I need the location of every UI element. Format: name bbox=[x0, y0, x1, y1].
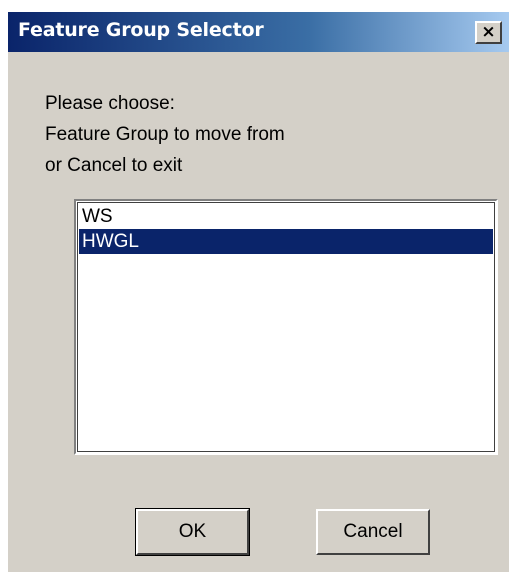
cancel-button-label: Cancel bbox=[343, 521, 403, 542]
close-button[interactable]: × bbox=[475, 21, 502, 44]
feature-group-listbox[interactable]: WS HWGL bbox=[74, 199, 498, 455]
ok-button-label: OK bbox=[178, 521, 207, 542]
cancel-button[interactable]: Cancel bbox=[316, 509, 430, 555]
prompt-line-1: Please choose: bbox=[45, 93, 175, 114]
dialog-window: Feature Group Selector × Please choose: … bbox=[8, 12, 509, 572]
list-item-hwgl[interactable]: HWGL bbox=[79, 229, 493, 254]
title-bar[interactable]: Feature Group Selector × bbox=[8, 12, 509, 52]
window-title: Feature Group Selector bbox=[18, 19, 264, 41]
prompt-line-3: or Cancel to exit bbox=[45, 155, 183, 176]
ok-button[interactable]: OK bbox=[135, 508, 250, 556]
prompt-line-2: Feature Group to move from bbox=[45, 124, 285, 145]
prompt-text: Please choose: Feature Group to move fro… bbox=[45, 88, 285, 181]
list-item-ws[interactable]: WS bbox=[79, 204, 493, 229]
close-icon: × bbox=[481, 21, 496, 42]
